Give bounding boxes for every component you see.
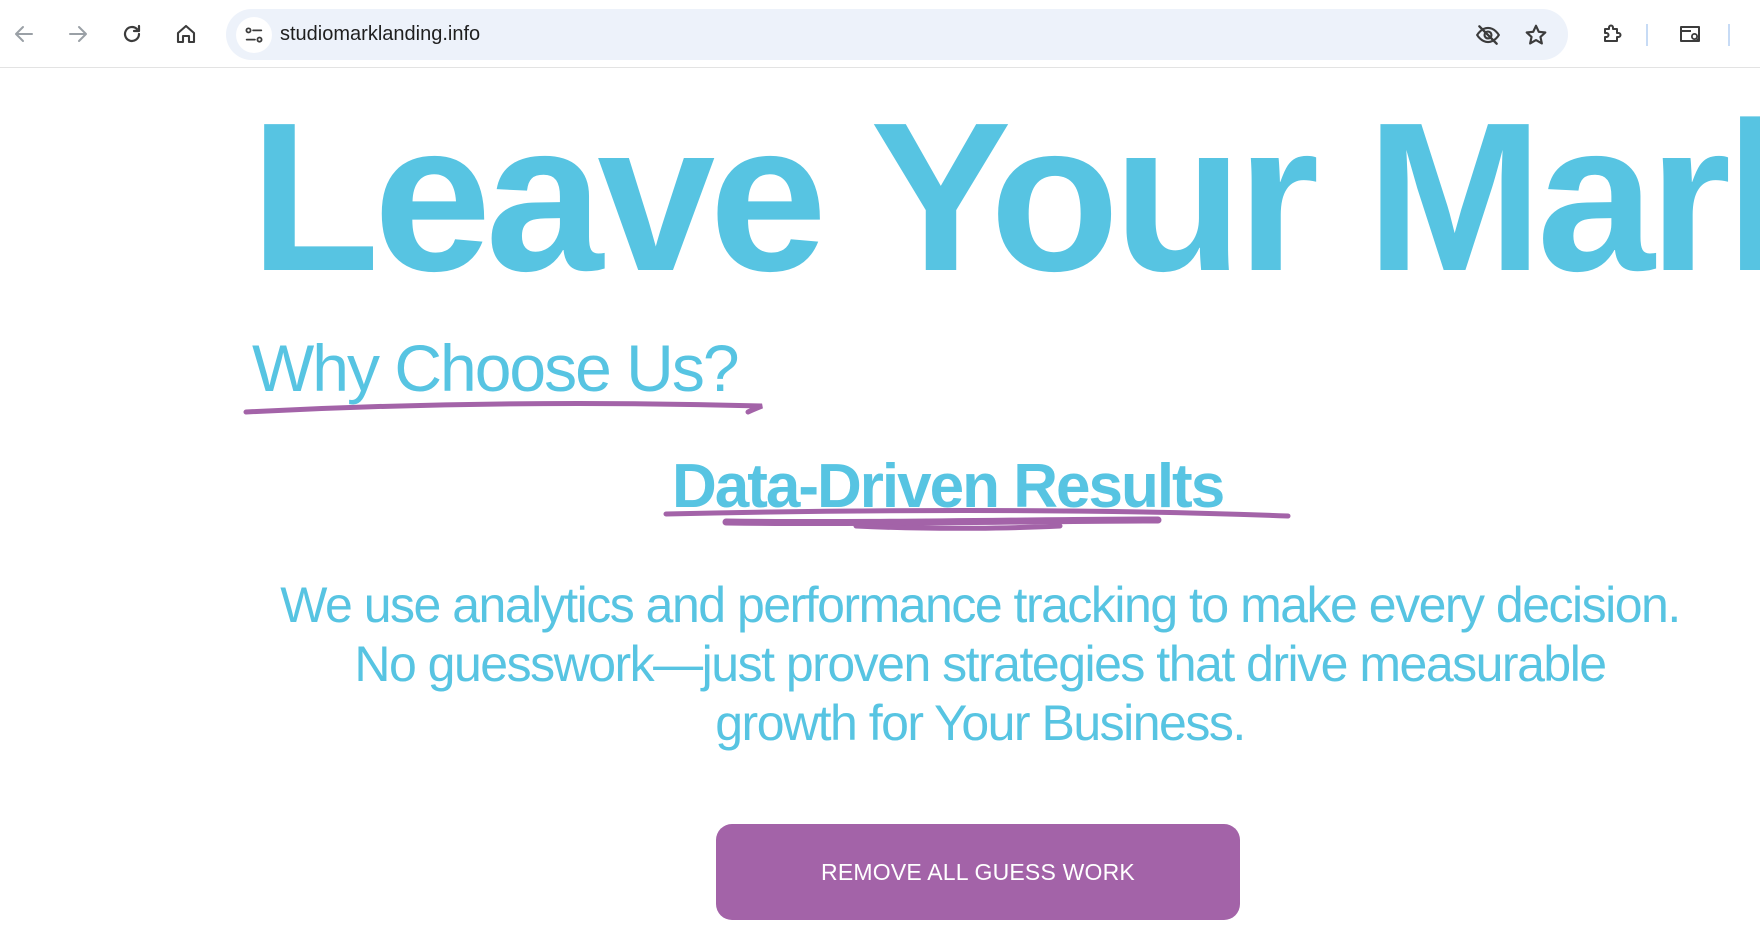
subheading-underline — [663, 508, 1291, 531]
reload-button[interactable] — [112, 14, 152, 54]
toolbar-separator — [1646, 24, 1648, 46]
eye-off-icon — [1475, 25, 1501, 45]
reload-icon — [123, 24, 141, 43]
page-content: Leave Your Mark Why Choose Us? Data-Driv… — [0, 68, 1760, 939]
site-info-button[interactable] — [236, 17, 272, 53]
star-icon — [1525, 24, 1547, 45]
puzzle-icon — [1604, 24, 1622, 42]
remove-guess-work-button[interactable]: REMOVE ALL GUESS WORK — [716, 824, 1240, 920]
browser-toolbar: studiomarklanding.info — [0, 0, 1760, 68]
address-bar[interactable]: studiomarklanding.info — [226, 9, 1568, 60]
tune-icon — [245, 27, 263, 43]
body-text: We use analytics and performance trackin… — [280, 577, 1681, 751]
tracking-protection-button[interactable] — [1474, 21, 1502, 49]
section-title-underline — [243, 401, 763, 415]
extensions-button[interactable] — [1592, 14, 1632, 54]
back-button[interactable] — [4, 14, 44, 54]
arrow-left-icon — [15, 26, 33, 42]
reading-mode-icon — [1680, 26, 1700, 42]
bookmark-button[interactable] — [1522, 21, 1550, 49]
home-button[interactable] — [166, 14, 206, 54]
reading-mode-button[interactable] — [1670, 14, 1710, 54]
arrow-right-icon — [69, 26, 87, 42]
hero-title: Leave Your Mark — [250, 78, 1760, 315]
toolbar-separator — [1728, 24, 1730, 46]
forward-button[interactable] — [58, 14, 98, 54]
home-icon — [176, 24, 196, 44]
url-text[interactable]: studiomarklanding.info — [280, 22, 480, 46]
